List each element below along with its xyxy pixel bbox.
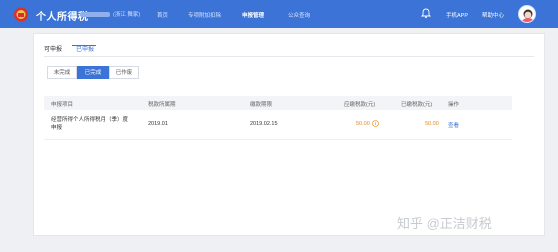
view-link[interactable]: 查看 xyxy=(448,121,459,129)
cell-period: 2019.01 xyxy=(148,121,168,127)
nav-special-deduction[interactable]: 专项附加扣除 xyxy=(188,11,221,19)
filter-incomplete[interactable]: 未完成 xyxy=(47,66,77,79)
nav-public-query[interactable]: 公众查询 xyxy=(288,11,310,19)
watermark: 知乎 @正洁财税 xyxy=(397,216,492,231)
help-center-link[interactable]: 帮助中心 xyxy=(482,11,504,19)
user-info: (浙江 舞家) xyxy=(80,10,140,18)
nav-declaration-management[interactable]: 申报管理 xyxy=(242,11,264,19)
table-row: 经营所得个人所得税月（季）度申报 2019.01 2019.02.15 50.0… xyxy=(44,110,512,140)
active-tab-indicator xyxy=(72,45,96,46)
top-bar: 个人所得税 (浙江 舞家) 首页 专项附加扣除 申报管理 公众查询 手机APP … xyxy=(0,0,558,28)
header-tax-paid: 已缴税款(元) xyxy=(401,102,433,108)
header-deadline: 缴款期限 xyxy=(250,102,273,108)
cell-tax-paid: 50.00 xyxy=(425,121,439,127)
user-avatar-icon xyxy=(521,9,535,22)
cell-tax-due: 50.00 xyxy=(356,121,370,127)
header-tax-due: 应缴税款(元) xyxy=(344,102,376,108)
user-region: (浙江 舞家) xyxy=(113,12,141,18)
tab-divider xyxy=(44,56,534,57)
tab-can-declare[interactable]: 可申报 xyxy=(44,44,62,53)
cell-deadline: 2019.02.15 xyxy=(250,121,278,127)
table-header: 申报项目 税款所属期 缴款期限 应缴税款(元) 已缴税款(元) 操作 xyxy=(44,96,512,110)
mobile-app-link[interactable]: 手机APP xyxy=(446,11,468,19)
header-item: 申报项目 xyxy=(51,102,74,108)
content-card: 可申报 已申报 未完成 已完成 已作废 申报项目 税款所属期 缴款期限 应缴税款… xyxy=(33,33,545,236)
nav-home[interactable]: 首页 xyxy=(157,11,168,19)
avatar[interactable] xyxy=(518,5,536,23)
info-icon[interactable] xyxy=(372,120,379,127)
header-action: 操作 xyxy=(448,102,460,108)
bell-icon[interactable] xyxy=(420,7,432,19)
tax-emblem-icon xyxy=(14,7,28,22)
filter-voided[interactable]: 已作废 xyxy=(109,66,139,79)
cell-item: 经营所得个人所得税月（季）度申报 xyxy=(51,117,129,131)
filter-completed[interactable]: 已完成 xyxy=(77,66,109,79)
header-period: 税款所属期 xyxy=(148,102,176,108)
masked-name xyxy=(80,12,110,18)
